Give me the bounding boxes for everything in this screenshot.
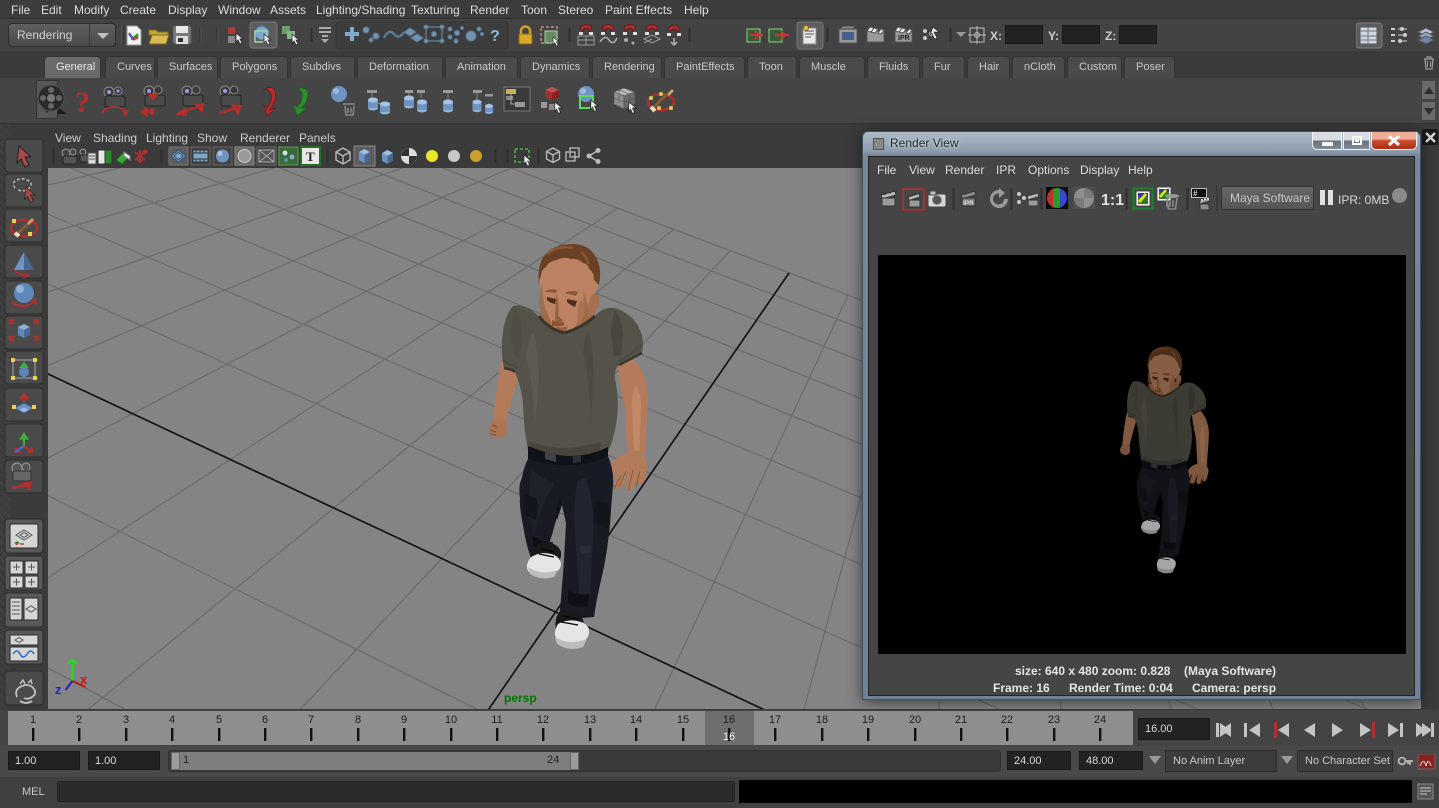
- svg-text:20: 20: [909, 714, 921, 726]
- svg-text:11: 11: [491, 714, 502, 726]
- svg-text:21: 21: [955, 714, 967, 726]
- svg-text:1: 1: [30, 714, 36, 726]
- svg-text:8: 8: [355, 714, 361, 726]
- svg-text:18: 18: [816, 714, 828, 726]
- svg-text:?: ?: [75, 86, 90, 119]
- svg-text:#: #: [1193, 189, 1198, 198]
- svg-text:9: 9: [401, 714, 407, 726]
- svg-text:19: 19: [862, 714, 874, 726]
- svg-text:2: 2: [76, 714, 82, 726]
- svg-text:24: 24: [1094, 714, 1106, 726]
- svg-text:7: 7: [308, 714, 314, 726]
- svg-text:z: z: [55, 682, 62, 697]
- svg-text:13: 13: [584, 714, 596, 726]
- svg-text:IPR: IPR: [898, 35, 910, 42]
- svg-text:?: ?: [490, 28, 500, 45]
- svg-text:5: 5: [216, 714, 222, 726]
- svg-text:12: 12: [537, 714, 549, 726]
- svg-text:22: 22: [1001, 714, 1013, 726]
- svg-text:4: 4: [169, 714, 175, 726]
- svg-text:10: 10: [445, 714, 457, 726]
- svg-text:15: 15: [677, 714, 689, 726]
- svg-text:16: 16: [723, 731, 735, 743]
- svg-text:14: 14: [630, 714, 642, 726]
- svg-text:6: 6: [262, 714, 268, 726]
- svg-text:T: T: [306, 149, 315, 164]
- svg-text:3: 3: [123, 714, 129, 726]
- svg-text:16: 16: [723, 714, 735, 726]
- svg-text:1:1: 1:1: [1101, 192, 1124, 209]
- svg-text:IPR: IPR: [963, 200, 974, 207]
- svg-text:17: 17: [769, 714, 781, 726]
- svg-text:23: 23: [1048, 714, 1060, 726]
- svg-text:persp: persp: [504, 691, 537, 705]
- svg-text:x: x: [80, 672, 88, 687]
